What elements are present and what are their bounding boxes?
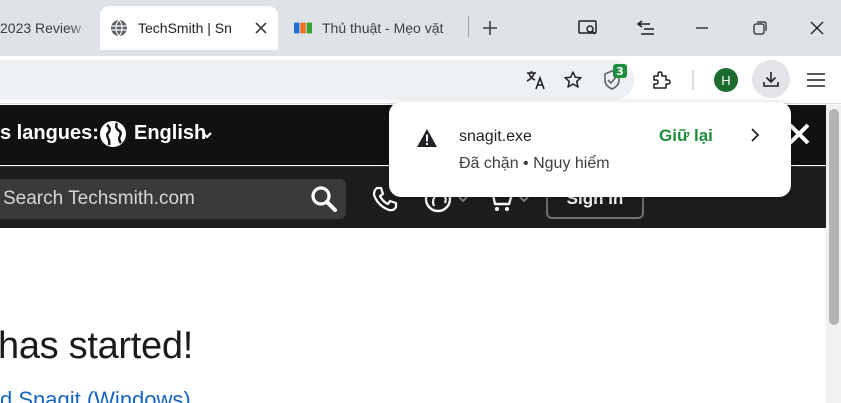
download-status: Đã chặn • Nguy hiểm (459, 155, 610, 172)
back-history-button[interactable] (630, 12, 662, 44)
search-icon[interactable] (310, 185, 338, 213)
extension-badge: 3 (613, 64, 627, 78)
keep-button[interactable]: Giữ lại (659, 126, 713, 146)
globe-icon (110, 19, 128, 37)
download-icon (763, 72, 779, 87)
site-search-input[interactable]: Search Techsmith.com (0, 179, 346, 219)
language-label: s langues: (0, 122, 99, 144)
extensions-button[interactable] (645, 64, 677, 96)
downloads-button[interactable] (752, 60, 790, 98)
profile-avatar[interactable]: H (714, 68, 738, 92)
bookmark-star-button[interactable] (557, 64, 589, 96)
close-icon (810, 21, 824, 35)
new-tab-button[interactable] (476, 14, 504, 42)
tab-strip: 2023 Review TechSmith | Sn Thủ thuật - M… (0, 0, 841, 56)
translate-icon (526, 71, 545, 90)
close-tab-icon[interactable] (250, 17, 272, 39)
translate-button[interactable] (520, 64, 552, 96)
puzzle-icon (653, 71, 671, 89)
tab-back-icon (636, 20, 654, 35)
close-window-button[interactable] (801, 12, 833, 44)
chevron-down-icon[interactable] (200, 128, 214, 142)
menu-button[interactable] (800, 64, 832, 96)
hamburger-menu-icon (807, 73, 825, 87)
extension-shield-button[interactable]: 3 (596, 64, 628, 96)
restore-button[interactable] (744, 12, 776, 44)
search-tabs-button[interactable] (572, 12, 604, 44)
fpt-logo-icon (294, 19, 312, 37)
toolbar-divider (692, 70, 694, 90)
tab-techsmith[interactable]: TechSmith | Sn (100, 6, 278, 50)
warning-icon (417, 129, 437, 147)
download-filename: snagit.exe (459, 128, 532, 145)
search-placeholder: Search Techsmith.com (3, 188, 195, 209)
tab-review[interactable]: 2023 Review (0, 6, 92, 50)
download-bubble: snagit.exe Đã chặn • Nguy hiểm Giữ lại (389, 102, 791, 197)
browser-toolbar: 3 H (0, 56, 841, 104)
tab-separator (468, 16, 469, 38)
plus-icon (483, 21, 497, 35)
download-link[interactable]: d Snagit (Windows) (0, 387, 191, 403)
tab-fpt[interactable]: Thủ thuật - Mẹo vặt (292, 6, 472, 50)
tab-title: TechSmith | Sn (138, 20, 232, 36)
scrollbar-thumb[interactable] (829, 109, 839, 325)
chevron-right-icon[interactable] (747, 127, 763, 143)
browser-window: 2023 Review TechSmith | Sn Thủ thuật - M… (0, 0, 841, 403)
tab-search-icon (578, 20, 597, 35)
globe-icon[interactable] (98, 119, 128, 149)
language-selector[interactable]: English (134, 122, 206, 145)
minimize-icon (696, 27, 708, 29)
minimize-button[interactable] (686, 12, 718, 44)
page-headline: has started! (0, 325, 193, 367)
star-icon (564, 71, 582, 88)
restore-icon (753, 21, 767, 35)
